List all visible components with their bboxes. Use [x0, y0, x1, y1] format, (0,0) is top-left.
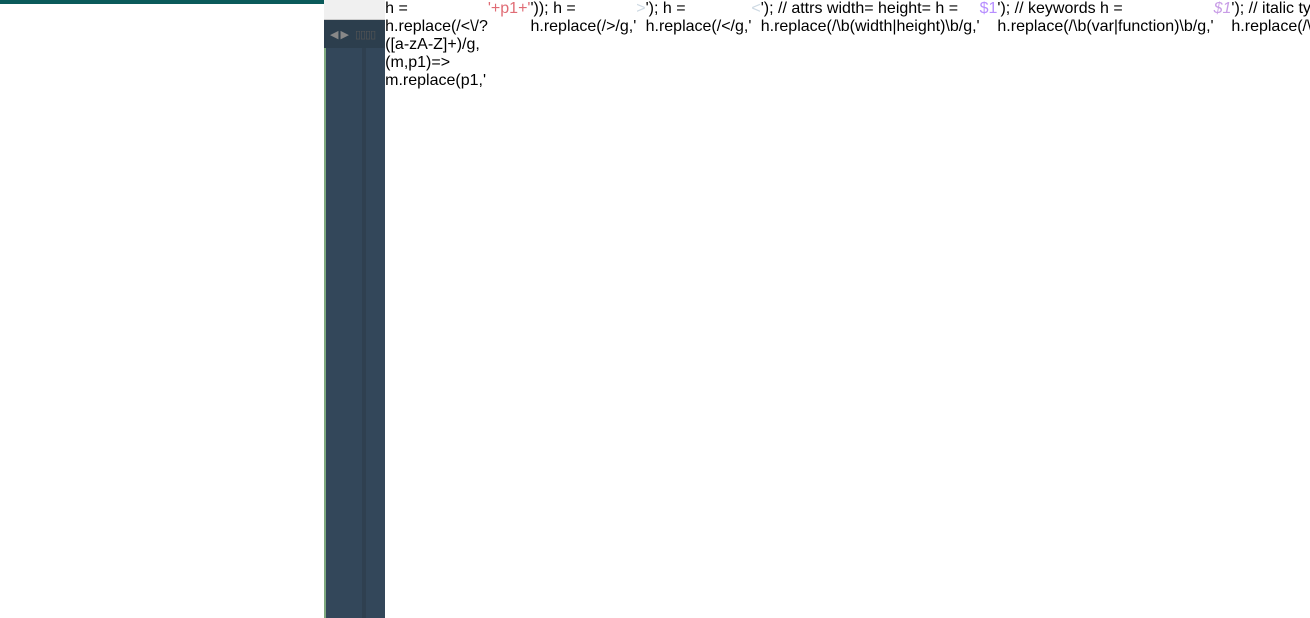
- browser-viewport: [0, 4, 324, 618]
- tab-next-icon[interactable]: ▶: [340, 28, 348, 41]
- preview-canvas: [12, 16, 312, 166]
- code-editor[interactable]: [324, 48, 385, 618]
- tab-bar: ◀ ▶ ▯▯▯▯: [324, 20, 385, 48]
- tab-nav-arrows[interactable]: ◀ ▶: [330, 28, 349, 41]
- tab-prev-icon[interactable]: ◀: [330, 28, 338, 41]
- browser-pane: [0, 0, 324, 618]
- editor-pane: ◀ ▶ ▯▯▯▯: [324, 0, 385, 618]
- menu-bar: [324, 0, 385, 20]
- minimap[interactable]: [362, 48, 366, 618]
- tab-overflow-icon[interactable]: ▯▯▯▯: [355, 28, 375, 41]
- line-gutter: [326, 48, 362, 618]
